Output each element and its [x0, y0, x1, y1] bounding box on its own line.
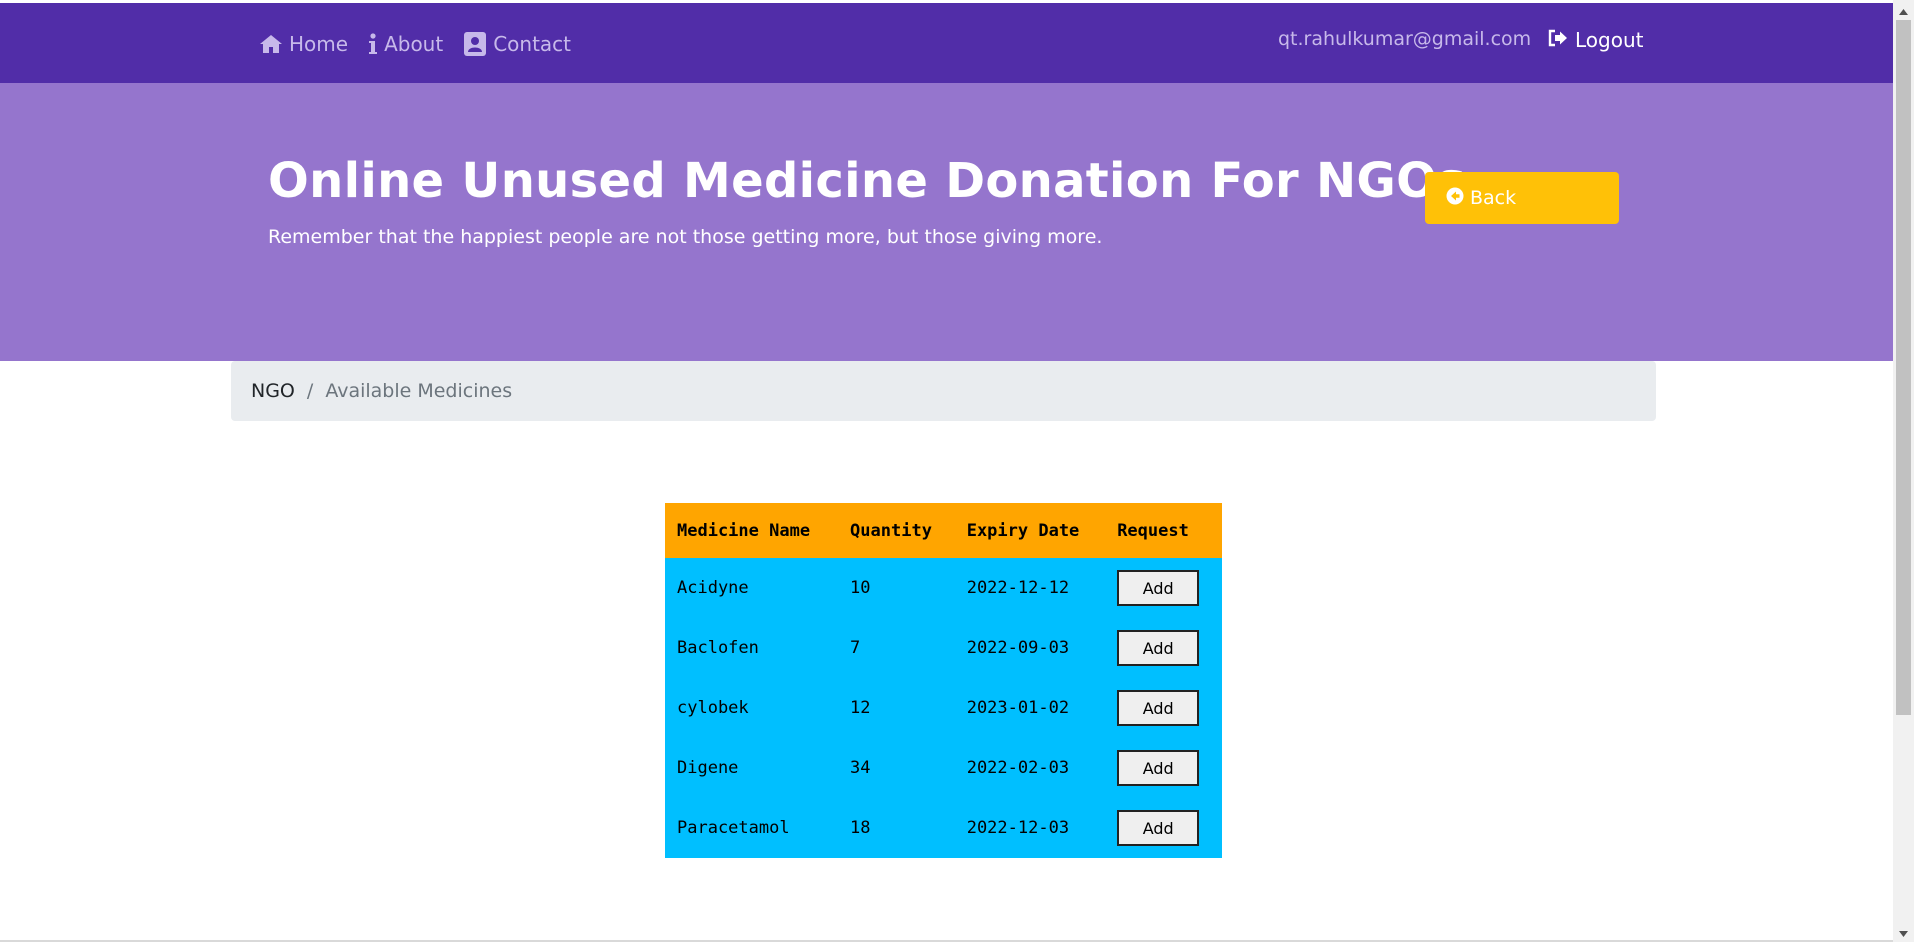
nav-links: Home About Contact — [259, 31, 571, 57]
navbar: Home About Contact qt.rahulkumar@gmail.c… — [0, 3, 1893, 83]
expiry-date-cell: 2023-01-02 — [966, 698, 1070, 718]
add-button[interactable]: Add — [1117, 690, 1200, 726]
nav-contact-label: Contact — [493, 32, 572, 56]
logout-icon — [1548, 28, 1568, 52]
nav-contact-link[interactable]: Contact — [463, 31, 571, 57]
nav-about-link[interactable]: About — [368, 32, 443, 56]
arrow-left-circle-icon — [1446, 187, 1464, 210]
request-cell: Add — [1105, 558, 1222, 618]
breadcrumb-separator: / — [306, 380, 314, 402]
back-label: Back — [1470, 187, 1517, 209]
add-button[interactable]: Add — [1117, 750, 1200, 786]
table-header-row: Medicine Name Quantity Expiry Date Reque… — [665, 503, 1222, 558]
table-row: Baclofen 7 2022-09-03 Add — [665, 618, 1222, 678]
hero-banner: Online Unused Medicine Donation For NGOs… — [0, 83, 1893, 361]
quantity-cell: 34 — [850, 758, 871, 778]
logout-button[interactable]: Logout — [1548, 28, 1643, 52]
table-row: Digene 34 2022-02-03 Add — [665, 738, 1222, 798]
column-header-expiry-date: Expiry Date — [966, 520, 1080, 541]
expiry-date-cell: 2022-12-12 — [966, 578, 1070, 598]
logout-label: Logout — [1575, 28, 1644, 52]
column-header-medicine-name: Medicine Name — [677, 520, 811, 541]
back-button[interactable]: Back — [1425, 172, 1619, 224]
page-subtitle: Remember that the happiest people are no… — [268, 226, 1103, 248]
quantity-cell: 10 — [850, 578, 871, 598]
column-header-request: Request — [1117, 520, 1189, 541]
medicine-name-cell: Baclofen — [677, 638, 759, 658]
table-row: Acidyne 10 2022-12-12 Add — [665, 558, 1222, 618]
medicine-name-cell: Digene — [677, 758, 739, 778]
info-icon — [368, 33, 378, 55]
quantity-cell: 7 — [850, 638, 861, 658]
quantity-cell: 18 — [850, 818, 871, 838]
request-cell: Add — [1105, 678, 1222, 738]
breadcrumb-item-available-medicines: Available Medicines — [325, 380, 513, 402]
vertical-scrollbar[interactable] — [1893, 0, 1914, 942]
nav-about-label: About — [384, 32, 444, 56]
request-cell: Add — [1105, 618, 1222, 678]
contact-icon — [463, 31, 487, 57]
breadcrumb: NGO / Available Medicines — [231, 361, 1656, 421]
home-icon — [259, 34, 283, 54]
user-email: qt.rahulkumar@gmail.com — [1278, 28, 1532, 50]
medicine-name-cell: cylobek — [677, 698, 749, 718]
breadcrumb-item-ngo[interactable]: NGO — [251, 380, 295, 402]
table-row: Paracetamol 18 2022-12-03 Add — [665, 798, 1222, 858]
quantity-cell: 12 — [850, 698, 871, 718]
medicines-table: Medicine Name Quantity Expiry Date Reque… — [665, 503, 1222, 858]
expiry-date-cell: 2022-02-03 — [966, 758, 1070, 778]
table-row: cylobek 12 2023-01-02 Add — [665, 678, 1222, 738]
nav-home-link[interactable]: Home — [259, 32, 348, 56]
medicine-name-cell: Acidyne — [677, 578, 749, 598]
column-header-quantity: Quantity — [850, 520, 932, 541]
medicine-name-cell: Paracetamol — [677, 818, 790, 838]
request-cell: Add — [1105, 798, 1222, 858]
expiry-date-cell: 2022-09-03 — [966, 638, 1070, 658]
add-button[interactable]: Add — [1117, 810, 1200, 846]
nav-home-label: Home — [289, 32, 349, 56]
scroll-up-arrow-icon[interactable] — [1893, 3, 1914, 20]
add-button[interactable]: Add — [1117, 570, 1200, 606]
expiry-date-cell: 2022-12-03 — [966, 818, 1070, 838]
page-title: Online Unused Medicine Donation For NGOs — [268, 153, 1467, 209]
scroll-down-arrow-icon[interactable] — [1893, 925, 1914, 942]
add-button[interactable]: Add — [1117, 630, 1200, 666]
scrollbar-thumb[interactable] — [1896, 20, 1911, 715]
request-cell: Add — [1105, 738, 1222, 798]
